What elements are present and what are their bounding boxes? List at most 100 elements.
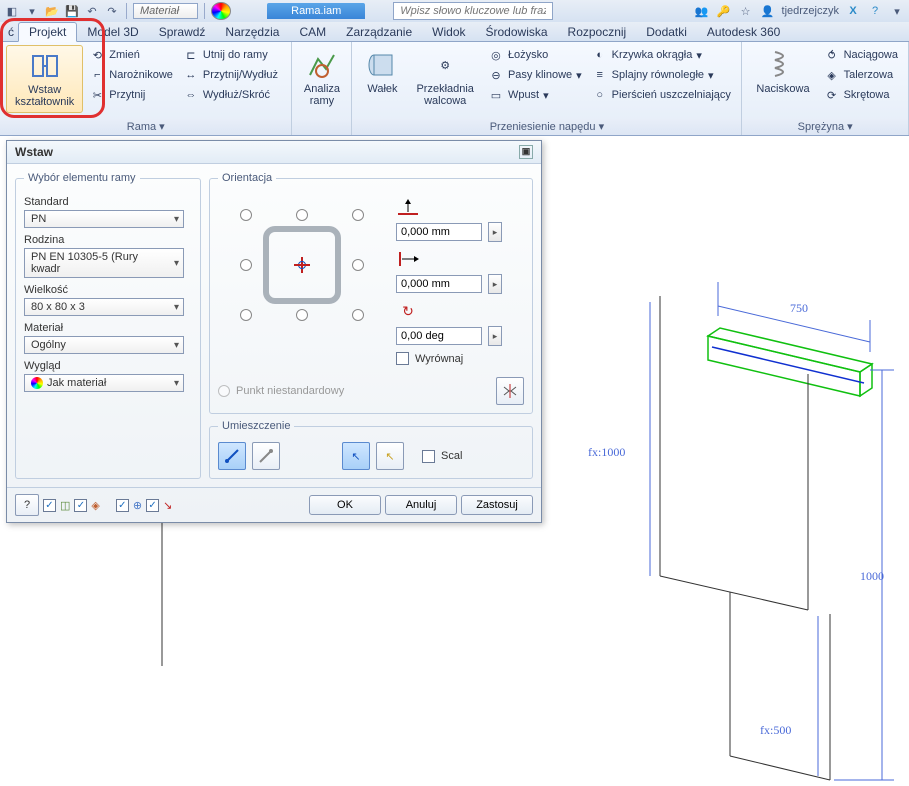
trim-extend-button[interactable]: ↔Przytnij/Wydłuż [179,65,282,85]
search-input[interactable] [393,2,553,20]
fx-1000: fx:1000 [588,445,625,459]
document-tab[interactable]: Rama.iam [267,3,365,19]
orient-mr[interactable] [352,259,364,271]
panel-naped-title[interactable]: Przeniesienie napędu ▾ [352,119,741,135]
tab-stub[interactable]: ć [4,23,18,41]
tab-widok[interactable]: Widok [422,23,475,41]
bearing-button[interactable]: ◎Łożysko [484,45,586,65]
frame-analysis-button[interactable]: Analiza ramy [296,45,348,111]
tab-cam[interactable]: CAM [289,23,336,41]
offset-x-spin[interactable]: ▸ [488,222,502,242]
panel-rama-title[interactable]: Rama ▾ [0,119,291,135]
orient-bl[interactable] [240,309,252,321]
color-swatch-icon [31,377,43,389]
gear-icon: ⚙ [429,49,461,81]
dialog-collapse-icon[interactable]: ▣ [519,145,533,159]
material-combo[interactable]: Ogólny [24,336,184,354]
dropdown-icon[interactable]: ▾ [889,3,905,19]
opt2-checkbox[interactable]: ✓ [74,499,87,512]
extend-icon: ⇔ [183,87,199,103]
compression-spring-button[interactable]: Naciskowa [748,45,817,99]
tension-spring-button[interactable]: ⥀Naciągowa [820,45,902,65]
new-icon[interactable]: ▾ [24,3,40,19]
tab-zarzadzanie[interactable]: Zarządzanie [336,23,422,41]
panel-sprezyna-title[interactable]: Sprężyna ▾ [742,119,908,135]
help-icon[interactable]: ? [867,3,883,19]
open-icon[interactable]: 📂 [44,3,60,19]
cam-button[interactable]: ◐Krzywka okrągła ▾ [588,45,735,65]
tab-srodowiska[interactable]: Środowiska [476,23,558,41]
angle-input[interactable] [396,327,482,345]
key-button[interactable]: ▭Wpust ▾ [484,85,586,105]
user-icon[interactable]: 👤 [760,3,776,19]
tab-dodatki[interactable]: Dodatki [636,23,697,41]
key-icon[interactable]: 🔑 [716,3,732,19]
spline-button[interactable]: ≡Splajny równoległe ▾ [588,65,735,85]
offset-y-icon [396,248,420,268]
extend-shorten-button[interactable]: ⇔Wydłuż/Skróć [179,85,282,105]
opt3-checkbox[interactable]: ✓ [116,499,129,512]
select-arrow-button[interactable]: ↖ [342,442,370,470]
offset-x-input[interactable] [396,223,482,241]
opt1-checkbox[interactable]: ✓ [43,499,56,512]
model-drawing: 750 fx:1000 1000 fx:500 [560,276,900,786]
tab-rozpocznij[interactable]: Rozpocznij [558,23,637,41]
orient-tl[interactable] [240,209,252,221]
help-button[interactable]: ? [15,494,39,516]
exchange-icon[interactable]: X [845,3,861,19]
ok-button[interactable]: OK [309,495,381,515]
tab-sprawdz[interactable]: Sprawdź [149,23,216,41]
gear-button[interactable]: ⚙Przekładnia walcowa [408,45,481,111]
appearance-icon[interactable] [211,2,231,20]
select-add-button[interactable]: ↖ [376,442,404,470]
disc-icon: ◈ [824,67,840,83]
torsion-icon: ⟳ [824,87,840,103]
size-combo[interactable]: 80 x 80 x 3 [24,298,184,316]
tab-a360[interactable]: Autodesk 360 [697,23,790,41]
placement-line-button[interactable] [252,442,280,470]
tab-projekt[interactable]: Projekt [18,22,77,42]
save-icon[interactable]: 💾 [64,3,80,19]
cancel-button[interactable]: Anuluj [385,495,457,515]
opt3-icon: ⊕ [133,499,142,512]
orient-ml[interactable] [240,259,252,271]
mirror-button[interactable] [496,377,524,405]
vbelt-button[interactable]: ⊖Pasy klinowe ▾ [484,65,586,85]
appearance-combo[interactable]: Jak materiał [24,374,184,392]
opt4-checkbox[interactable]: ✓ [146,499,159,512]
shaft-button[interactable]: Wałek [358,45,406,99]
signin-icon[interactable]: 👥 [694,3,710,19]
change-button[interactable]: ⟲Zmień [85,45,177,65]
insert-frame-button[interactable]: Wstaw kształtownik [6,45,83,113]
star-icon[interactable]: ☆ [738,3,754,19]
placement-edge-button[interactable] [218,442,246,470]
offset-y-spin[interactable]: ▸ [488,274,502,294]
oring-button[interactable]: ○Pierścień uszczelniający [588,85,735,105]
apply-button[interactable]: Zastosuj [461,495,533,515]
orient-tc[interactable] [296,209,308,221]
tab-model3d[interactable]: Model 3D [77,23,148,41]
trim-button[interactable]: ✂Przytnij [85,85,177,105]
tab-narzedzia[interactable]: Narzędzia [215,23,289,41]
trim-to-frame-button[interactable]: ⊏Utnij do ramy [179,45,282,65]
family-combo[interactable]: PN EN 10305-5 (Rury kwadr [24,248,184,278]
app-icon[interactable]: ◧ [4,3,20,19]
align-checkbox[interactable] [396,352,409,365]
redo-icon[interactable]: ↷ [104,3,120,19]
material-selector[interactable]: Materiał [133,3,198,19]
corner-button[interactable]: ⌐Narożnikowe [85,65,177,85]
orient-br[interactable] [352,309,364,321]
disc-spring-button[interactable]: ◈Talerzowa [820,65,902,85]
merge-checkbox[interactable] [422,450,435,463]
spline-icon: ≡ [592,67,608,83]
orient-bc[interactable] [296,309,308,321]
orient-tr[interactable] [352,209,364,221]
undo-icon[interactable]: ↶ [84,3,100,19]
offset-y-input[interactable] [396,275,482,293]
torsion-spring-button[interactable]: ⟳Skrętowa [820,85,902,105]
orientation-grid [218,190,386,371]
standard-combo[interactable]: PN [24,210,184,228]
opt4-icon: ↘ [163,499,172,512]
username[interactable]: tjedrzejczyk [782,5,839,17]
angle-spin[interactable]: ▸ [488,326,502,346]
